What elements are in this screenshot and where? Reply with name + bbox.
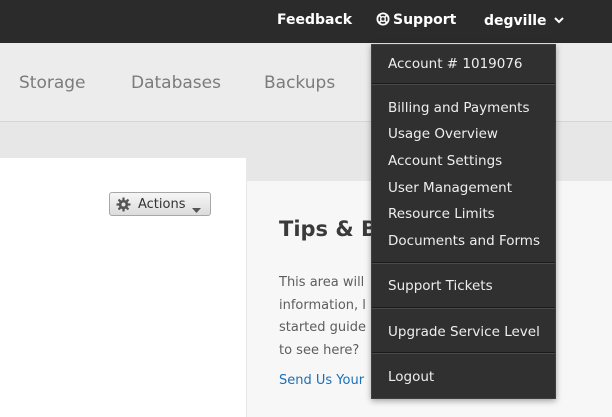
actions-label: Actions: [138, 197, 186, 212]
user-menu-toggle[interactable]: degville: [484, 12, 564, 29]
menu-item-support-tickets[interactable]: Support Tickets: [388, 278, 493, 294]
menu-item-account-settings[interactable]: Account Settings: [388, 153, 502, 169]
subnav-item-storage[interactable]: Storage: [19, 73, 86, 93]
menu-item-resource-limits[interactable]: Resource Limits: [388, 206, 495, 222]
menu-item-upgrade-service[interactable]: Upgrade Service Level: [388, 324, 540, 340]
main-panel: Actions: [0, 158, 246, 417]
menu-item-account-number[interactable]: Account # 1019076: [388, 56, 523, 72]
menu-item-usage-overview[interactable]: Usage Overview: [388, 126, 498, 142]
support-link[interactable]: Support: [376, 12, 456, 30]
feedback-link[interactable]: Feedback: [277, 12, 352, 28]
chevron-down-icon: [553, 12, 564, 28]
send-feedback-link[interactable]: Send Us Your: [279, 373, 364, 388]
menu-item-user-management[interactable]: User Management: [388, 180, 512, 196]
support-label: Support: [393, 12, 457, 28]
menu-divider: [372, 83, 555, 85]
menu-item-billing[interactable]: Billing and Payments: [388, 100, 530, 116]
gear-icon: [116, 197, 131, 216]
top-bar: Feedback Support degville: [0, 0, 612, 43]
subnav-item-databases[interactable]: Databases: [131, 73, 221, 93]
actions-button[interactable]: Actions: [109, 192, 211, 216]
menu-item-logout[interactable]: Logout: [388, 369, 434, 385]
lifebuoy-icon: [376, 12, 390, 30]
subnav-item-backups[interactable]: Backups: [264, 73, 335, 93]
menu-item-documents-forms[interactable]: Documents and Forms: [388, 233, 540, 249]
menu-divider: [372, 352, 555, 354]
caret-down-icon: [192, 202, 201, 217]
menu-divider: [372, 262, 555, 264]
menu-divider: [372, 307, 555, 309]
account-dropdown-menu: Account # 1019076 Billing and Payments U…: [371, 44, 556, 399]
username-label: degville: [484, 13, 547, 29]
